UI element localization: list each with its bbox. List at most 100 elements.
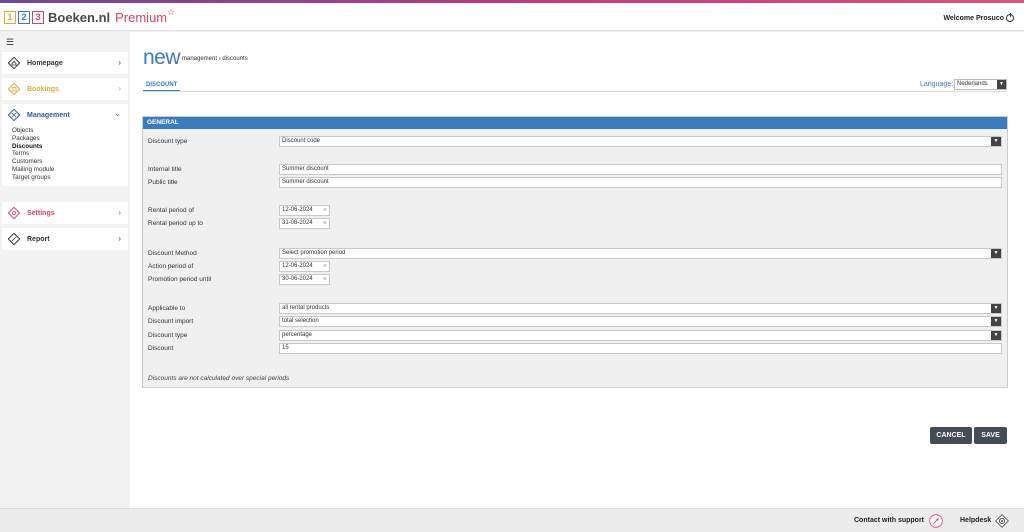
- contact-support-link[interactable]: Contact with support: [854, 517, 924, 524]
- submenu-item-customers[interactable]: Customers: [12, 158, 128, 166]
- discount-import-value: total selection: [282, 318, 319, 324]
- star-icon: ☆: [167, 6, 176, 17]
- internal-title-label: Internal title: [148, 166, 182, 173]
- welcome-text: Welcome Prosuco: [943, 14, 1004, 22]
- sidebar-item-report[interactable]: Report ›: [2, 228, 128, 250]
- discount-method-label: Discount Method: [148, 250, 197, 257]
- header: 1 2 3 Boeken.nl Premium ☆ Welcome Prosuc…: [0, 3, 1024, 31]
- submenu-item-objects[interactable]: Objects: [12, 127, 128, 135]
- nav-block-bookings: Bookings ›: [2, 78, 128, 100]
- applicable-to-value: all rental products: [282, 305, 330, 311]
- bookings-icon: [8, 83, 20, 95]
- discount-type-2-label: Discount type: [148, 332, 188, 339]
- page-title: new: [143, 46, 181, 69]
- nav-block-management: Management ⌄ Objects Packages Discounts …: [2, 104, 128, 186]
- power-icon[interactable]: [1006, 13, 1014, 22]
- rental-period-up-to-value: 31-08-2024: [282, 220, 313, 226]
- chevron-down-icon: ⌄: [114, 109, 121, 118]
- save-button[interactable]: SAVE: [974, 427, 1007, 444]
- sidebar-item-management[interactable]: Management ⌄: [2, 104, 128, 126]
- rental-period-of-label: Rental period of: [148, 207, 194, 214]
- sidebar-item-label: Management: [27, 111, 70, 119]
- report-icon: [8, 233, 20, 245]
- chevron-right-icon: ›: [118, 234, 121, 243]
- rental-period-of-input[interactable]: 12-06-2024 ×: [279, 205, 330, 216]
- chevron-down-icon: ▼: [991, 331, 1001, 340]
- language-label: Language:: [920, 81, 954, 88]
- nav-block-settings: Settings ›: [2, 202, 128, 224]
- logo-digit-2: 2: [18, 10, 30, 24]
- sidebar-item-label: Homepage: [27, 59, 63, 67]
- discount-label: Discount: [148, 345, 174, 352]
- logo[interactable]: 1 2 3 Boeken.nl Premium ☆: [4, 6, 176, 25]
- chevron-down-icon: ▼: [991, 137, 1001, 146]
- clear-icon[interactable]: ×: [323, 262, 327, 271]
- menu-toggle-icon[interactable]: ☰: [6, 37, 14, 48]
- cancel-button[interactable]: CANCEL: [930, 427, 972, 444]
- public-title-input[interactable]: Summer discount: [279, 177, 1002, 188]
- discount-type-label: Discount type: [148, 138, 188, 145]
- discount-type-select[interactable]: Discount code ▼: [279, 136, 1002, 147]
- management-icon: [8, 109, 20, 121]
- chevron-down-icon: ▼: [991, 249, 1001, 258]
- submenu-item-discounts[interactable]: Discounts: [12, 143, 128, 151]
- sidebar-item-bookings[interactable]: Bookings ›: [2, 78, 128, 100]
- tab-divider: [143, 91, 1007, 92]
- logo-brand: Boeken.nl: [48, 9, 111, 25]
- discount-input[interactable]: 15: [279, 343, 1002, 354]
- periods-note: Discounts are not calculated over specia…: [148, 375, 290, 382]
- applicable-to-select[interactable]: all rental products ▼: [279, 303, 1002, 314]
- welcome-user[interactable]: Welcome Prosuco: [943, 13, 1014, 22]
- discount-type-value: Discount code: [282, 138, 321, 144]
- clear-icon[interactable]: ×: [323, 206, 327, 215]
- sidebar-item-label: Settings: [27, 209, 55, 217]
- submenu-item-mailing-module[interactable]: Mailing module: [12, 166, 128, 174]
- chevron-right-icon: ›: [118, 208, 121, 217]
- clear-icon[interactable]: ×: [323, 219, 327, 228]
- chevron-down-icon: ▼: [991, 304, 1001, 313]
- lifebuoy-icon[interactable]: [995, 514, 1009, 528]
- submenu-item-target-groups[interactable]: Target groups: [12, 174, 128, 182]
- submenu-item-terms[interactable]: Terms: [12, 150, 128, 158]
- discount-type-2-select[interactable]: percentage ▼: [279, 330, 1002, 341]
- main-content: new management › discounts DISCOUNT Lang…: [130, 32, 1024, 508]
- chevron-down-icon: ▼: [991, 317, 1001, 326]
- promotion-period-until-input[interactable]: 30-06-2024 ×: [279, 274, 330, 285]
- helpdesk-link[interactable]: Helpdesk: [960, 517, 991, 524]
- homepage-icon: [8, 57, 20, 69]
- nav-block-homepage: Homepage ›: [2, 52, 128, 74]
- chevron-right-icon: ›: [118, 58, 121, 67]
- promotion-period-until-value: 30-06-2024: [282, 276, 313, 282]
- language-select[interactable]: Nederlands ▼: [954, 79, 1007, 90]
- rental-period-up-to-input[interactable]: 31-08-2024 ×: [279, 218, 330, 229]
- sidebar-item-homepage[interactable]: Homepage ›: [2, 52, 128, 74]
- sidebar-item-settings[interactable]: Settings ›: [2, 202, 128, 224]
- promotion-period-until-label: Promotion period until: [148, 276, 212, 283]
- sidebar-item-label: Bookings: [27, 85, 59, 93]
- action-period-of-label: Action period of: [148, 263, 194, 270]
- discount-type-2-value: percentage: [282, 332, 313, 338]
- nav-block-report: Report ›: [2, 228, 128, 250]
- discount-import-select[interactable]: total selection ▼: [279, 316, 1002, 327]
- submenu-item-packages[interactable]: Packages: [12, 135, 128, 143]
- discount-value: 15: [282, 345, 289, 351]
- internal-title-input[interactable]: Summer discount: [279, 164, 1002, 175]
- action-period-of-value: 12-06-2024: [282, 263, 313, 269]
- logo-digit-3: 3: [32, 10, 44, 24]
- applicable-to-label: Applicable to: [148, 305, 186, 312]
- rental-period-of-value: 12-06-2024: [282, 207, 313, 213]
- breadcrumb[interactable]: management › discounts: [182, 56, 248, 62]
- settings-icon: [8, 207, 20, 219]
- action-period-of-input[interactable]: 12-06-2024 ×: [279, 261, 330, 272]
- clear-icon[interactable]: ×: [323, 275, 327, 284]
- discount-import-label: Discount import: [148, 318, 194, 325]
- discount-method-select[interactable]: Select promotion period ▼: [279, 248, 1002, 259]
- discount-method-value: Select promotion period: [282, 250, 346, 256]
- sidebar: ☰ Homepage › Bookings › Management ⌄ Obj…: [0, 32, 130, 508]
- rocket-icon[interactable]: [929, 514, 943, 528]
- general-panel: GENERAL Discount type Discount code ▼ In…: [142, 116, 1008, 388]
- chevron-right-icon: ›: [118, 84, 121, 93]
- language-value: Nederlands: [957, 81, 988, 87]
- rental-period-up-to-label: Rental period up to: [148, 220, 203, 227]
- management-submenu: Objects Packages Discounts Terms Custome…: [2, 126, 128, 186]
